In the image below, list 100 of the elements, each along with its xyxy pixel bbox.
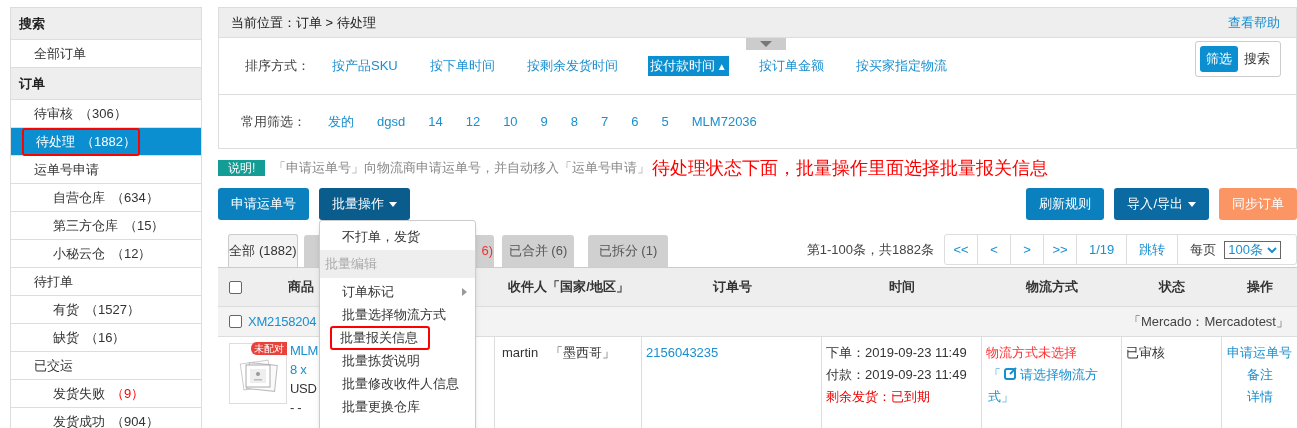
warning-text: 物流方式未选择 (986, 344, 1078, 362)
filter-link[interactable]: 5 (661, 111, 669, 132)
checkbox[interactable] (229, 280, 242, 294)
page-button[interactable]: > (1011, 235, 1044, 264)
order-id-link[interactable]: XM2158204 (248, 311, 317, 332)
filter-link[interactable]: dgsd (377, 111, 406, 132)
filter-link[interactable]: 14 (428, 111, 443, 132)
action-link[interactable]: 详情 (1246, 386, 1273, 408)
sidebar-item-label: 有货 (53, 300, 79, 319)
sidebar-item[interactable]: 待处理 （1882） (11, 128, 201, 156)
filter-link[interactable]: 发的 (328, 111, 354, 132)
page-summary: 第1-100条，共1882条 (806, 240, 934, 259)
product-text: - - (290, 399, 303, 417)
sort-option[interactable]: 按产品SKU (330, 56, 400, 76)
sort-option[interactable]: 按付款时间▲ (647, 56, 729, 76)
toolbar-button[interactable]: 同步订单 (1219, 188, 1297, 220)
mode-tab[interactable]: 筛选 (1200, 46, 1238, 72)
sidebar-item-label: 自营仓库 (53, 188, 105, 207)
action-link[interactable]: 申请运单号 (1227, 342, 1292, 364)
sidebar-item[interactable]: 发货失败 （9） (11, 380, 201, 408)
filter-link[interactable]: 8 (570, 111, 579, 132)
status-tab[interactable]: 已合并 (6) (502, 235, 574, 267)
product-text: USD (290, 380, 318, 398)
caret-icon (760, 41, 772, 47)
product-text[interactable]: MLM (290, 341, 318, 360)
annotation-text: 待处理状态下面，批量操作里面选择批量报关信息 (652, 156, 1049, 180)
action-link[interactable]: 备注 (1246, 364, 1273, 386)
time-text: 剩余发货：已到期 (826, 388, 931, 406)
filter-link[interactable]: 12 (465, 111, 481, 132)
jump-button[interactable]: 跳转 (1127, 235, 1179, 264)
sidebar-item[interactable]: 待打单 (11, 268, 201, 296)
select-logistics-link[interactable]: 「 请选择物流方式」 (986, 364, 1115, 408)
menu-item[interactable]: 批量拣货说明 (340, 350, 422, 371)
menu-group-header: 批量编辑 (320, 250, 475, 278)
recipient-country: 「墨西哥」 (550, 344, 616, 362)
menu-item[interactable]: 批量修改收件人信息 (340, 373, 461, 394)
sidebar-item[interactable]: 发货成功 （904） (11, 408, 201, 428)
sidebar-item[interactable]: 已交运 (11, 352, 201, 380)
column-header: 商品 (288, 278, 314, 297)
chevron-down-icon (1267, 246, 1277, 253)
sort-option[interactable]: 按剩余发货时间 (524, 56, 620, 76)
toolbar-button[interactable]: 申请运单号 (218, 188, 309, 220)
column-header: 操作 (1246, 278, 1273, 297)
filter-link[interactable]: 10 (503, 111, 518, 132)
page-button[interactable]: >> (1044, 235, 1077, 264)
item-count: （306） (79, 104, 127, 123)
per-page-select[interactable]: 100条 (1224, 240, 1281, 259)
filter-link[interactable]: 9 (540, 111, 548, 132)
sidebar-section-title: 订单 (11, 68, 201, 100)
item-count: （904） (111, 412, 159, 428)
menu-item[interactable]: 订单标记 (340, 281, 396, 302)
menu-item[interactable]: 批量更换仓库 (340, 396, 422, 417)
edit-icon (1004, 367, 1017, 380)
page-button[interactable]: < (978, 235, 1011, 264)
sidebar-item-label: 待审核 (34, 104, 73, 123)
sidebar-item[interactable]: 第三方仓库 （15） (11, 212, 201, 240)
sort-option[interactable]: 按下单时间 (427, 56, 497, 76)
column-header: 收件人「国家/地区」 (508, 278, 629, 297)
toolbar-button[interactable]: 导入/导出 (1114, 188, 1209, 220)
sidebar-item-label: 小秘云仓 (53, 244, 105, 263)
filter-link[interactable]: 6 (631, 111, 639, 132)
unmatched-badge: 未配对 (251, 342, 287, 355)
menu-item[interactable]: 批量选择物流方式 (340, 304, 448, 325)
page-button[interactable]: << (945, 235, 978, 264)
sidebar-item[interactable]: 运单号申请 (11, 156, 201, 184)
product-text: 8 x (290, 361, 308, 379)
collapse-tab[interactable] (746, 38, 786, 50)
menu-item[interactable]: 批量报关信息 (330, 325, 430, 350)
checkbox[interactable] (229, 315, 242, 328)
item-count: （15） (124, 216, 165, 235)
item-count: （1882） (81, 132, 136, 151)
status-tab[interactable]: 已拆分 (1) (588, 235, 668, 267)
sidebar-section-title: 搜索 (11, 8, 201, 40)
caret-icon (1188, 201, 1196, 207)
time-text: 下单：2019-09-23 11:49 (826, 344, 968, 362)
caret-icon (389, 201, 397, 207)
filter-link[interactable]: 7 (601, 111, 609, 132)
help-link[interactable]: 查看帮助 (1228, 12, 1280, 33)
sidebar-item[interactable]: 小秘云仓 （12） (11, 240, 201, 268)
sidebar-item[interactable]: 缺货 （16） (11, 324, 201, 352)
column-header: 订单号 (712, 278, 752, 297)
status-tab[interactable]: 全部 (1882) (228, 234, 298, 267)
sidebar-item[interactable]: 自营仓库 （634） (11, 184, 201, 212)
sidebar-item[interactable]: 有货 （1527） (11, 296, 201, 324)
sort-option[interactable]: 按订单金额 (756, 56, 826, 76)
menu-item[interactable]: 不打单，发货 (340, 226, 422, 247)
per-page-label: 每页 (1190, 240, 1217, 259)
sidebar-item-label: 第三方仓库 (53, 216, 118, 235)
mode-tab[interactable]: 搜索 (1238, 46, 1276, 72)
column-header: 状态 (1159, 278, 1185, 297)
order-number-link[interactable]: 2156043235 (646, 345, 719, 360)
store-name: 「Mercado：Mercadotest」 (1127, 312, 1289, 331)
sidebar-item-label: 发货失败 (53, 384, 105, 403)
toolbar-button[interactable]: 刷新规则 (1026, 188, 1105, 220)
filter-link[interactable]: MLM72036 (691, 111, 757, 132)
sidebar-item-label: 已交运 (34, 356, 73, 375)
sort-option[interactable]: 按买家指定物流 (853, 56, 949, 76)
item-count: （16） (85, 328, 126, 347)
page-indicator: 1/19 (1077, 235, 1128, 264)
toolbar-button[interactable]: 批量操作 (319, 188, 410, 220)
